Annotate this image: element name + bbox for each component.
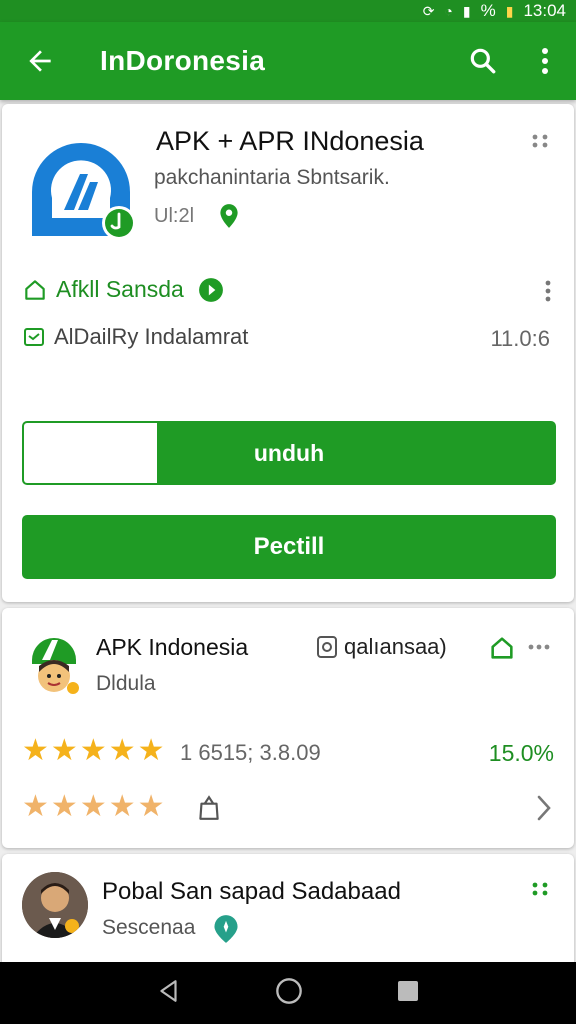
signal-icon: ▮: [462, 3, 471, 19]
more-vert-icon: [542, 48, 548, 74]
app-bar: InDoronesia: [0, 22, 576, 100]
updated-value: 11.0:6: [490, 326, 550, 351]
user-name: Pobal San sapad Sadabaad: [102, 878, 401, 905]
review-details-button[interactable]: [534, 794, 554, 827]
user-menu-button[interactable]: [530, 882, 550, 901]
system-nav-bar: [0, 962, 576, 1024]
more-dots-icon: [532, 134, 548, 148]
star-icon: ★: [50, 734, 78, 767]
nav-home-button[interactable]: [275, 977, 303, 1010]
review-badge[interactable]: qalıansaa): [316, 634, 447, 660]
location-pin-icon: [220, 204, 238, 228]
updated-label: AlDailRy Indalamrat: [54, 324, 249, 349]
more-vert-icon: [545, 280, 551, 302]
review-home-button[interactable]: [488, 634, 516, 667]
rating-percent: 15.0%: [488, 740, 554, 766]
sync-icon: ⟳: [422, 3, 435, 19]
user-rating-stars[interactable]: ★ ★ ★ ★ ★: [22, 792, 165, 822]
battery-icon: ▮: [505, 3, 514, 19]
document-icon: [317, 636, 337, 658]
review-app-title: APK Indonesia: [96, 634, 249, 660]
developer-menu-button[interactable]: [544, 280, 552, 307]
star-icon: ★: [79, 734, 107, 767]
search-icon: [470, 48, 496, 74]
user-subtitle: Sescenaa: [102, 916, 196, 939]
star-icon[interactable]: ★: [22, 792, 49, 822]
wishlist-button[interactable]: [196, 794, 222, 827]
install-button[interactable]: Pectill: [22, 515, 556, 579]
location-pin-icon: [214, 915, 238, 943]
app-detail-card: APK + APR INdonesia pakchanintaria Sbnts…: [2, 104, 574, 602]
user-card: Pobal San sapad Sadabaad Sescenaa: [2, 854, 574, 969]
app-mascot-icon: [32, 638, 79, 694]
app-logo[interactable]: [22, 126, 140, 244]
overflow-menu-button[interactable]: [514, 22, 576, 100]
card-menu-button[interactable]: [530, 134, 550, 153]
wifi-icon: ◔: [444, 3, 453, 19]
rating-count: 1 6515; 3.8.09: [180, 740, 321, 765]
updated-row: AlDailRy Indalamrat: [22, 324, 248, 350]
nav-back-button[interactable]: [156, 978, 182, 1009]
star-icon: ★: [22, 734, 49, 767]
nav-back-icon: [160, 979, 177, 1002]
rating-stars: ★ ★ ★ ★ ★: [22, 736, 165, 766]
clock: 13:04: [523, 1, 566, 20]
app-meta-row: Ul:2l: [154, 202, 242, 230]
download-progress-button[interactable]: unduh: [22, 421, 556, 485]
home-outline-icon: [25, 279, 45, 300]
nav-recents-icon: [397, 980, 418, 1001]
app-logo-icon: [31, 142, 136, 240]
review-app-icon[interactable]: [26, 630, 82, 694]
download-label: unduh: [253, 439, 325, 466]
battery-label: %: [480, 1, 496, 20]
star-icon[interactable]: ★: [51, 792, 78, 822]
developer-row[interactable]: Afkll Sansda: [22, 276, 224, 303]
search-button[interactable]: [452, 22, 514, 100]
user-location-button[interactable]: [212, 914, 240, 949]
star-icon[interactable]: ★: [138, 792, 165, 822]
verified-icon: [198, 277, 223, 302]
review-app-subtitle: Dldula: [96, 672, 156, 695]
review-menu-button[interactable]: [528, 638, 550, 656]
nav-recents-button[interactable]: [396, 979, 420, 1008]
app-publisher: pakchanintaria Sbntsarik.: [154, 166, 390, 189]
more-horiz-icon: [528, 644, 550, 650]
more-dots-icon: [532, 882, 548, 896]
app-meta-text: Ul:2l: [154, 204, 195, 227]
home-outline-icon: [491, 637, 513, 659]
developer-name: Afkll Sansda: [56, 276, 184, 302]
review-card: APK Indonesia Dldula qalıansaa) ★ ★ ★ ★ ★ 1 …: [2, 608, 574, 848]
back-arrow-icon: [29, 50, 51, 72]
star-icon: ★: [108, 734, 136, 767]
user-avatar-icon: [22, 872, 88, 938]
star-icon[interactable]: ★: [80, 792, 107, 822]
review-badge-text: qalıansaa): [344, 634, 447, 659]
nav-home-icon: [276, 977, 302, 1004]
star-icon: ★: [137, 734, 165, 767]
app-bar-title: InDoronesia: [100, 45, 266, 76]
shopping-bag-icon: [199, 795, 219, 820]
chevron-right-icon: [537, 795, 551, 821]
star-icon[interactable]: ★: [109, 792, 136, 822]
avatar[interactable]: [22, 872, 88, 938]
app-name: APK + APR INdonesia: [156, 126, 424, 156]
calendar-icon: [24, 328, 44, 346]
back-button[interactable]: [0, 22, 80, 100]
status-bar: ⟳ ◔ ▮ % ▮ 13:04: [0, 0, 576, 22]
